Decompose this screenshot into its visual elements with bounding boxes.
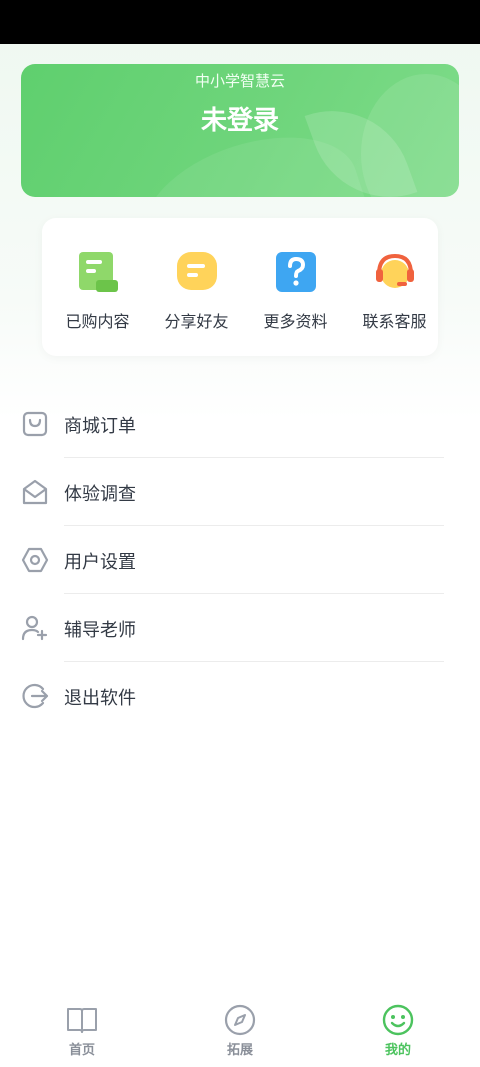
app-name: 中小学智慧云	[194, 72, 285, 90]
menu-item-label: 退出软件	[64, 688, 136, 709]
envelope-icon	[22, 479, 48, 505]
menu-item-label: 体验调查	[64, 484, 136, 505]
quick-actions-card: 已购内容 分享好友 更多资料 联系客服	[42, 218, 438, 356]
book-icon	[67, 1008, 97, 1033]
menu-item-survey[interactable]: 体验调查	[0, 458, 480, 526]
purchased-doc-icon	[78, 252, 118, 292]
menu-item-label: 用户设置	[64, 552, 136, 573]
quick-action-more-materials[interactable]: 更多资料	[246, 218, 345, 356]
tab-label: 拓展	[226, 1043, 253, 1058]
quick-action-label: 已购内容	[65, 312, 130, 331]
status-bar	[0, 0, 480, 44]
tab-explore[interactable]: 拓展	[180, 1003, 300, 1063]
shopping-bag-icon	[22, 411, 48, 437]
smiley-icon	[382, 1004, 414, 1036]
menu-item-tutor[interactable]: 辅导老师	[0, 594, 480, 662]
tab-label: 首页	[68, 1043, 95, 1058]
tab-home[interactable]: 首页	[22, 1003, 142, 1063]
quick-action-label: 联系客服	[362, 312, 427, 331]
bottom-tab-bar: 首页 拓展 我的	[0, 995, 480, 1067]
quick-action-label: 更多资料	[263, 312, 328, 331]
question-icon	[275, 252, 316, 292]
menu-item-user-settings[interactable]: 用户设置	[0, 526, 480, 594]
settings-hexagon-icon	[21, 547, 49, 573]
quick-action-share[interactable]: 分享好友	[147, 218, 246, 356]
quick-action-label: 分享好友	[164, 312, 229, 331]
menu-item-label: 辅导老师	[64, 620, 136, 641]
customer-service-icon	[375, 253, 414, 288]
menu-item-label: 商城订单	[64, 416, 136, 437]
settings-menu: 商城订单 体验调查 用户设置 辅导老师 退出软件	[0, 390, 480, 730]
share-chat-icon	[176, 252, 217, 290]
login-banner[interactable]: 中小学智慧云 未登录	[21, 64, 459, 197]
quick-action-contact-service[interactable]: 联系客服	[345, 218, 444, 356]
menu-item-logout[interactable]: 退出软件	[0, 662, 480, 730]
add-user-icon	[21, 615, 48, 641]
profile-screen: 中小学智慧云 未登录 已购内容 分享好友 更多资料 联系客服 商城订单 体验调查…	[0, 0, 480, 1067]
quick-action-purchased[interactable]: 已购内容	[48, 218, 147, 356]
menu-item-orders[interactable]: 商城订单	[0, 390, 480, 458]
tab-mine[interactable]: 我的	[338, 1003, 458, 1063]
login-status-title[interactable]: 未登录	[21, 100, 459, 137]
compass-icon	[224, 1004, 256, 1036]
logout-icon	[22, 683, 49, 709]
tab-label: 我的	[384, 1043, 411, 1058]
